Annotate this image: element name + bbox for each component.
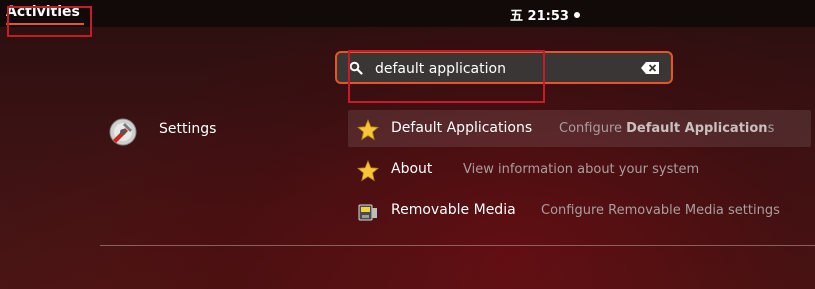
search-box[interactable]	[335, 51, 673, 84]
clock[interactable]: 五 21:53	[510, 5, 580, 24]
result-description: View information about your system	[463, 162, 700, 177]
result-title: Removable Media	[391, 202, 516, 218]
settings-icon	[109, 118, 137, 146]
clock-text: 五 21:53	[510, 9, 569, 24]
provider-settings[interactable]: Settings	[107, 116, 257, 150]
star-icon	[357, 160, 379, 182]
top-bar: Activities 五 21:53	[0, 0, 815, 27]
clear-search-icon[interactable]	[641, 62, 659, 74]
result-description: Configure Default Applications	[559, 121, 774, 136]
star-icon	[357, 119, 379, 141]
activities-button[interactable]: Activities	[6, 4, 80, 20]
result-about[interactable]: About View information about your system	[348, 151, 811, 188]
result-title: About	[391, 161, 433, 177]
notification-dot-icon	[573, 12, 580, 18]
divider	[100, 245, 815, 246]
activities-underline	[6, 23, 84, 25]
search-icon	[349, 61, 363, 75]
description-match: Default Application	[626, 121, 768, 136]
description-suffix: s	[767, 121, 775, 136]
result-default-applications[interactable]: Default Applications Configure Default A…	[348, 110, 811, 147]
result-removable-media[interactable]: Removable Media Configure Removable Medi…	[348, 192, 811, 229]
description-prefix: Configure	[559, 121, 627, 136]
provider-label: Settings	[159, 121, 217, 137]
search-input[interactable]	[375, 59, 635, 79]
removable-media-icon	[358, 204, 377, 221]
result-description: Configure Removable Media settings	[541, 203, 780, 218]
result-title: Default Applications	[391, 120, 533, 136]
